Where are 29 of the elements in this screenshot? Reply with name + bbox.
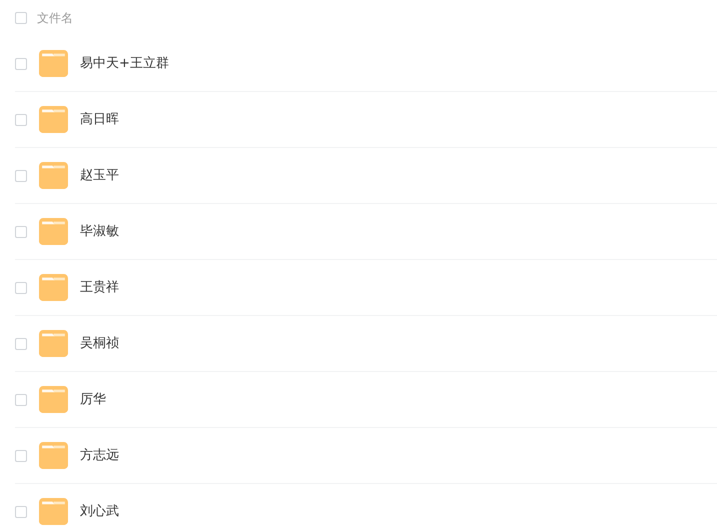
folder-icon [39,273,68,302]
checkbox[interactable] [15,12,27,24]
folder-name[interactable]: 吴桐祯 [80,334,119,354]
folder-name[interactable]: 易中天+王立群 [80,54,169,74]
folder-name[interactable]: 王贵祥 [80,278,119,298]
folder-icon [39,329,68,358]
folder-icon [39,49,68,78]
checkbox[interactable] [15,506,27,518]
folder-icon [39,441,68,470]
folder-name[interactable]: 赵玉平 [80,166,119,186]
folder-name[interactable]: 高日晖 [80,110,119,130]
folder-name[interactable]: 厉华 [80,390,106,410]
folder-icon [39,217,68,246]
checkbox[interactable] [15,226,27,238]
folder-name[interactable]: 毕淑敏 [80,222,119,242]
checkbox[interactable] [15,114,27,126]
checkbox[interactable] [15,58,27,70]
checkbox[interactable] [15,338,27,350]
folder-icon [39,497,68,526]
folder-icon [39,161,68,190]
checkbox[interactable] [15,170,27,182]
column-header: 文件名 [37,10,73,27]
folder-icon [39,105,68,134]
folder-icon [39,385,68,414]
checkbox[interactable] [15,282,27,294]
folder-name[interactable]: 方志远 [80,446,119,466]
checkbox[interactable] [15,394,27,406]
folder-name[interactable]: 刘心武 [80,502,119,522]
checkbox[interactable] [15,450,27,462]
